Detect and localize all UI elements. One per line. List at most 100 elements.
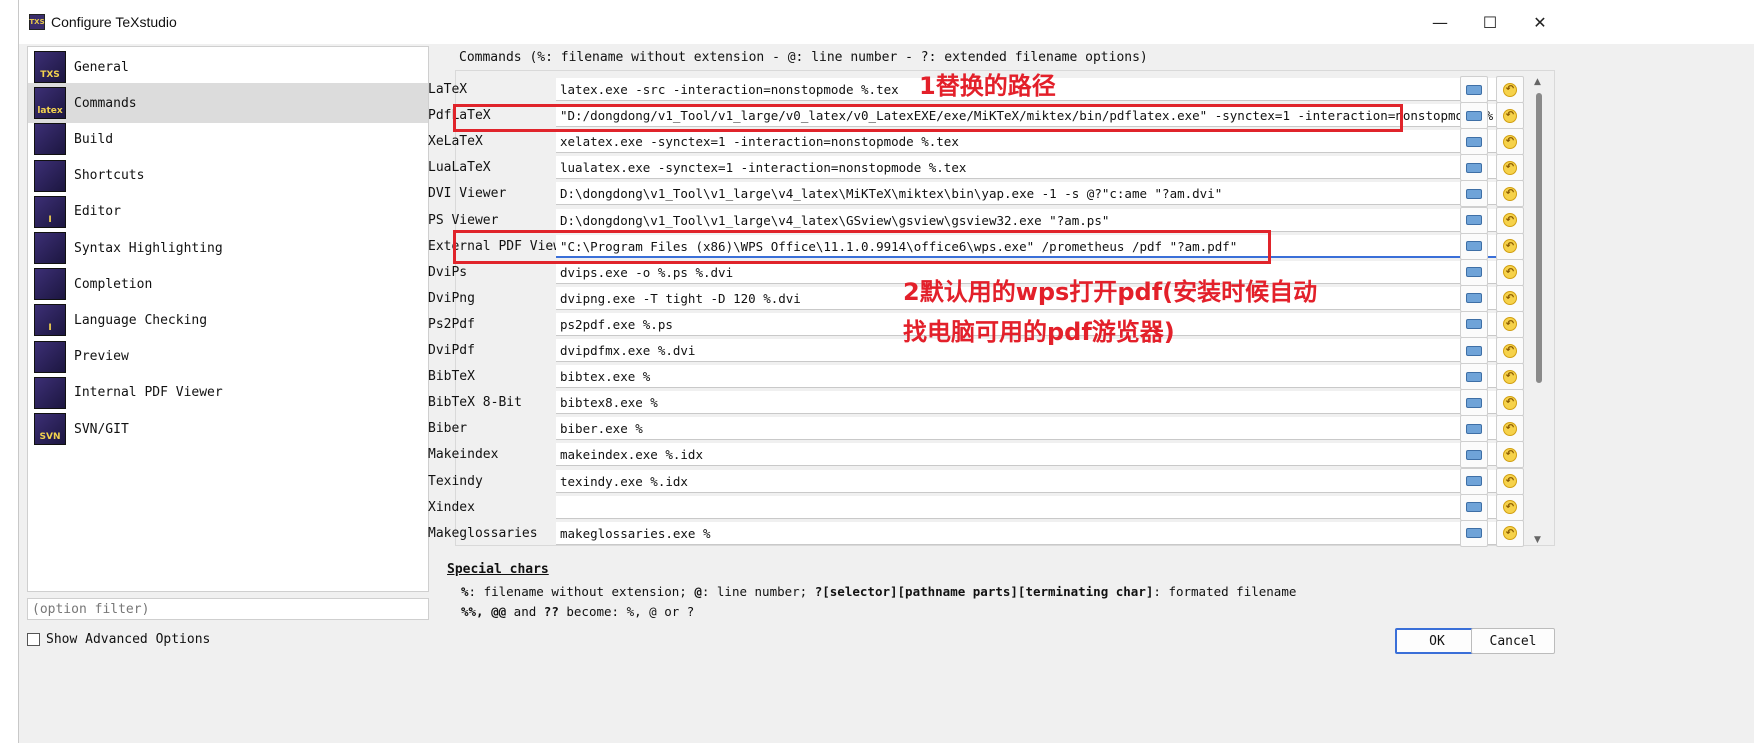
sidebar-item-label: Commands	[74, 95, 137, 111]
external-pdf-viewer-highlight-box	[453, 230, 1271, 264]
command-row: Xindex ↶	[428, 493, 1646, 522]
folder-browse-icon	[1466, 502, 1482, 513]
reset-button[interactable]: ↶	[1496, 519, 1524, 547]
browse-button[interactable]	[1460, 415, 1488, 443]
browse-button[interactable]	[1460, 310, 1488, 338]
sidebar-item-editor[interactable]: I Editor	[28, 192, 428, 232]
sidebar-item-internal-pdf-viewer[interactable]: Internal PDF Viewer	[28, 373, 428, 413]
browse-button[interactable]	[1460, 180, 1488, 208]
close-icon[interactable]: ✕	[1515, 6, 1565, 38]
command-input[interactable]: D:\dongdong\v1_Tool\v1_large\v4_latex\GS…	[556, 208, 1512, 232]
command-input[interactable]: biber.exe %	[556, 417, 1512, 441]
reset-button[interactable]: ↶	[1496, 76, 1524, 103]
browse-button[interactable]	[1460, 389, 1488, 417]
command-input[interactable]: texindy.exe %.idx	[556, 469, 1512, 493]
folder-browse-icon	[1466, 110, 1482, 121]
reset-button[interactable]: ↶	[1496, 102, 1524, 130]
browse-button[interactable]	[1460, 363, 1488, 391]
folder-browse-icon	[1466, 293, 1482, 304]
sidebar-item-general[interactable]: TXS General	[28, 47, 428, 87]
reset-button[interactable]: ↶	[1496, 206, 1524, 234]
browse-button[interactable]	[1460, 284, 1488, 312]
browse-button[interactable]	[1460, 493, 1488, 521]
browse-button[interactable]	[1460, 258, 1488, 286]
command-input[interactable]: xelatex.exe -synctex=1 -interaction=nons…	[556, 130, 1512, 154]
reset-button[interactable]: ↶	[1496, 389, 1524, 417]
special-chars-line-2: %%, @@ and ?? become: %, @ or ?	[461, 604, 695, 619]
sidebar-item-label: Build	[74, 131, 114, 147]
browse-button[interactable]	[1460, 128, 1488, 156]
command-input[interactable]: bibtex8.exe %	[556, 391, 1512, 415]
command-label: Makeindex	[428, 447, 499, 463]
reset-button[interactable]: ↶	[1496, 363, 1524, 391]
show-advanced-options-checkbox[interactable]: Show Advanced Options	[27, 632, 210, 647]
texstudio-app-icon: TXS	[29, 14, 45, 30]
latex-icon: latex	[34, 87, 66, 120]
sidebar-item-preview[interactable]: Preview	[28, 337, 428, 377]
sidebar-item-language-checking[interactable]: I Language Checking	[28, 300, 428, 340]
build-icon	[34, 123, 66, 156]
command-input[interactable]: D:\dongdong\v1_Tool\v1_large\v4_latex\Mi…	[556, 182, 1512, 206]
browse-button[interactable]	[1460, 102, 1488, 130]
minimize-icon[interactable]: —	[1415, 6, 1465, 38]
command-label: Biber	[428, 421, 468, 437]
folder-browse-icon	[1466, 397, 1482, 408]
reset-button[interactable]: ↶	[1496, 493, 1524, 521]
sidebar-item-commands[interactable]: latex Commands	[28, 83, 428, 124]
command-label: Xindex	[428, 499, 475, 515]
command-row: LuaLaTeX lualatex.exe -synctex=1 -interac…	[428, 153, 1646, 182]
browse-button[interactable]	[1460, 154, 1488, 182]
svn-icon: SVN	[34, 413, 66, 445]
browse-button[interactable]	[1460, 76, 1488, 103]
window-title: Configure TeXstudio	[51, 14, 177, 30]
checkbox-icon[interactable]	[27, 633, 40, 646]
reset-button[interactable]: ↶	[1496, 180, 1524, 208]
folder-browse-icon	[1466, 476, 1482, 486]
reset-button[interactable]: ↶	[1496, 415, 1524, 443]
cancel-button[interactable]: Cancel	[1471, 628, 1555, 654]
command-input[interactable]: bibtex.exe %	[556, 365, 1512, 389]
command-label: BibTeX 8-Bit	[428, 395, 522, 411]
command-input[interactable]: lualatex.exe -synctex=1 -interaction=non…	[556, 156, 1512, 180]
sidebar-item-svn-git[interactable]: SVN SVN/GIT	[28, 409, 428, 449]
reset-button[interactable]: ↶	[1496, 128, 1524, 156]
folder-browse-icon	[1466, 423, 1482, 434]
browse-button[interactable]	[1460, 337, 1488, 364]
undo-icon: ↶	[1503, 213, 1517, 227]
command-label: DVI Viewer	[428, 186, 507, 202]
browse-button[interactable]	[1460, 467, 1488, 495]
undo-icon: ↶	[1503, 526, 1517, 541]
option-filter-input[interactable]: (option filter)	[27, 598, 429, 620]
command-label: Ps2Pdf	[428, 316, 475, 332]
command-label: Texindy	[428, 473, 483, 489]
sidebar-item-build[interactable]: Build	[28, 119, 428, 159]
command-input[interactable]: makeindex.exe %.idx	[556, 443, 1512, 467]
sidebar-item-completion[interactable]: Completion	[28, 264, 428, 304]
undo-icon: ↶	[1503, 447, 1517, 462]
sidebar-item-shortcuts[interactable]: Shortcuts	[28, 156, 428, 196]
browse-button[interactable]	[1460, 206, 1488, 234]
command-input[interactable]	[556, 495, 1512, 519]
reset-button[interactable]: ↶	[1496, 258, 1524, 286]
maximize-icon[interactable]: ☐	[1465, 6, 1515, 38]
reset-button[interactable]: ↶	[1496, 467, 1524, 495]
browse-button[interactable]	[1460, 232, 1488, 260]
reset-button[interactable]: ↶	[1496, 284, 1524, 312]
browse-button[interactable]	[1460, 519, 1488, 547]
command-row: Biber biber.exe % ↶	[428, 414, 1646, 443]
ok-button[interactable]: OK	[1395, 628, 1479, 654]
command-input[interactable]: makeglossaries.exe %	[556, 521, 1512, 545]
reset-button[interactable]: ↶	[1496, 310, 1524, 338]
sidebar-item-label: Preview	[74, 349, 129, 365]
reset-button[interactable]: ↶	[1496, 441, 1524, 469]
sidebar-item-syntax-highlighting[interactable]: Syntax Highlighting	[28, 228, 428, 268]
folder-browse-icon	[1466, 449, 1482, 460]
command-row: Makeglossaries makeglossaries.exe % ↶	[428, 519, 1646, 548]
undo-icon: ↶	[1503, 343, 1517, 358]
reset-button[interactable]: ↶	[1496, 232, 1524, 260]
reset-button[interactable]: ↶	[1496, 337, 1524, 364]
reset-button[interactable]: ↶	[1496, 154, 1524, 182]
configure-dialog: TXS Configure TeXstudio — ☐ ✕ TXS General…	[18, 0, 1754, 743]
undo-icon: ↶	[1503, 317, 1517, 332]
browse-button[interactable]	[1460, 441, 1488, 469]
